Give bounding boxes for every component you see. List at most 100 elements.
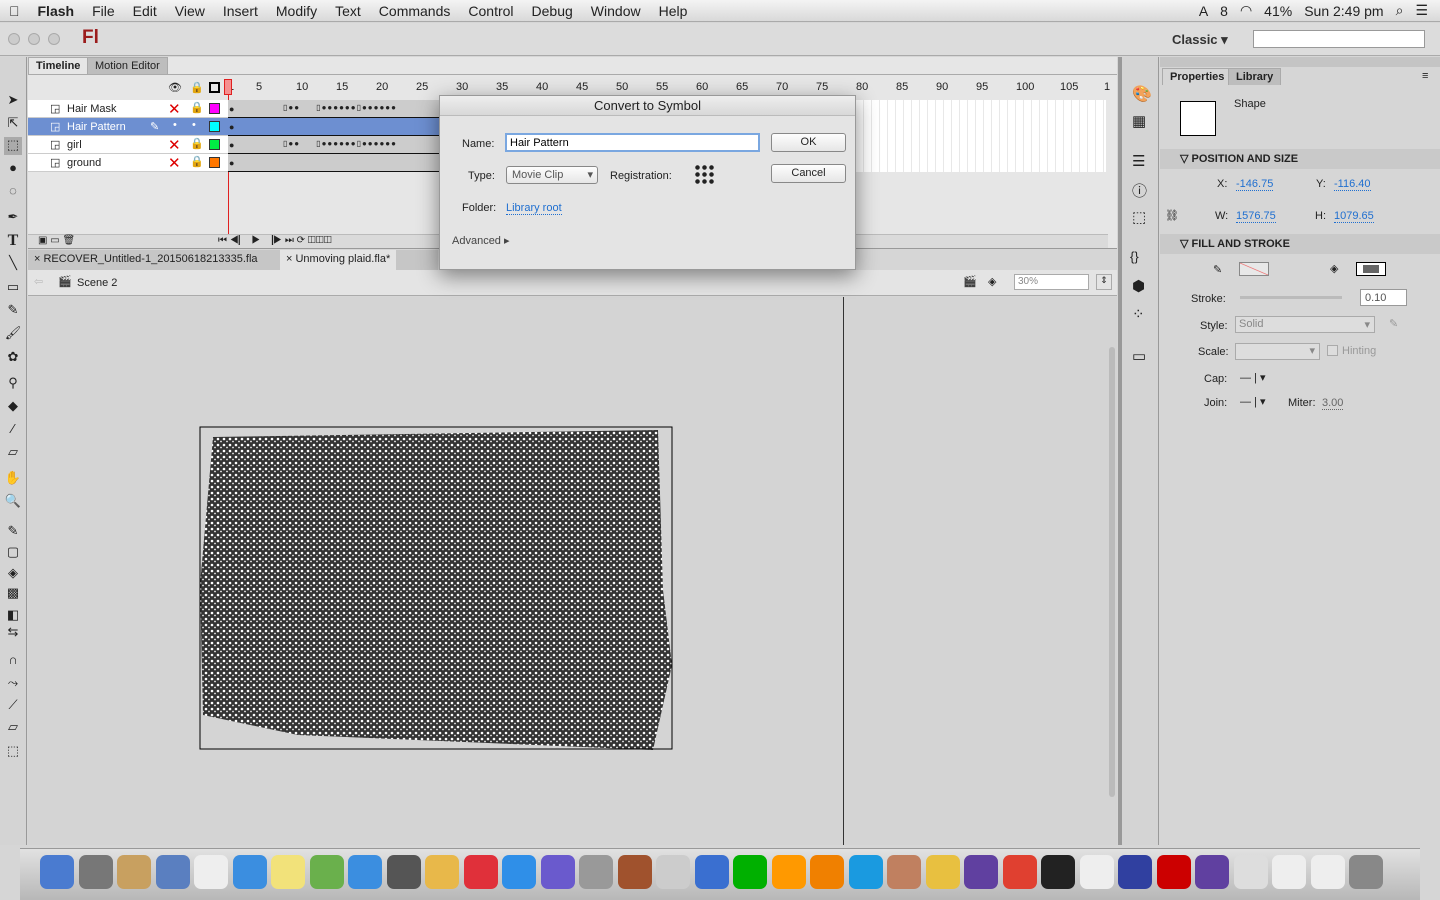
layer-row[interactable]: ◲ Hair Pattern ✎ • • <box>28 118 228 136</box>
status-badge[interactable]: 8 <box>1220 3 1228 19</box>
delete-layer-icon[interactable]: 🗑 <box>62 235 75 246</box>
black-white-icon[interactable]: ◧ <box>4 607 22 625</box>
menu-insert[interactable]: Insert <box>214 3 267 19</box>
dock-app-icon[interactable] <box>309 855 344 889</box>
name-input[interactable] <box>505 133 760 152</box>
visibility-toggle[interactable]: • <box>173 119 177 131</box>
fill-bucket-swatch-icon[interactable]: ◈ <box>4 565 22 583</box>
cap-select[interactable]: — | ▾ <box>1240 371 1266 384</box>
fill-color-icon[interactable]: ▢ <box>4 544 22 562</box>
components-icon[interactable]: ⬢ <box>1132 277 1145 295</box>
type-select[interactable]: Movie Clip ▾ <box>506 166 598 184</box>
dock-app-icon[interactable] <box>194 855 228 889</box>
menu-help[interactable]: Help <box>650 3 697 19</box>
rectangle-tool-icon[interactable]: ▭ <box>4 279 22 297</box>
join-select[interactable]: — | ▾ <box>1240 395 1266 408</box>
dock-app-icon[interactable] <box>579 855 613 889</box>
playhead[interactable] <box>224 79 232 95</box>
ok-button[interactable]: OK <box>771 133 846 152</box>
3d-rotation-tool-icon[interactable]: ● <box>4 160 22 178</box>
spotlight-icon[interactable]: ⌕ <box>1396 2 1404 19</box>
last-frame-icon[interactable]: ⏭ <box>285 235 294 246</box>
adobe-status-icon[interactable]: A <box>1199 3 1208 19</box>
apple-icon[interactable]:  <box>0 3 29 19</box>
color-palette-icon[interactable]: 🎨 <box>1132 84 1152 104</box>
dock-app-icon[interactable] <box>348 855 382 889</box>
menu-edit[interactable]: Edit <box>124 3 166 19</box>
eyedropper-tool-icon[interactable]: ⁄ <box>4 421 22 439</box>
back-arrow-icon[interactable]: ⇦ <box>34 275 43 288</box>
align-icon[interactable]: ☰ <box>1132 152 1145 170</box>
swatches-icon[interactable]: ▦ <box>1132 112 1146 130</box>
battery-percent[interactable]: 41% <box>1264 3 1292 19</box>
lock-icon[interactable]: 🔒 <box>190 101 204 114</box>
fill-pattern-swatch-icon[interactable]: ▩ <box>4 585 22 603</box>
subselection-tool-icon[interactable]: ⇱ <box>4 115 22 133</box>
layer-name[interactable]: Hair Mask <box>67 103 117 115</box>
clock[interactable]: Sun 2:49 pm <box>1304 3 1383 19</box>
deco-tool-icon[interactable]: ✿ <box>4 349 22 367</box>
dock-app-icon[interactable] <box>1118 855 1152 889</box>
layer-frames[interactable]: ● <box>228 154 439 172</box>
dock-app-icon[interactable] <box>617 855 652 889</box>
lock-icon[interactable]: 🔒 <box>190 137 204 150</box>
step-back-icon[interactable]: ◀▏ <box>230 235 249 246</box>
tab-properties[interactable]: Properties <box>1162 68 1233 85</box>
close-window-button[interactable] <box>8 33 20 45</box>
stroke-color-swatch[interactable] <box>1239 262 1269 276</box>
motion-presets-icon[interactable]: ⁘ <box>1132 305 1145 323</box>
dock-app-icon[interactable] <box>117 855 151 889</box>
menu-file[interactable]: File <box>83 3 124 19</box>
doc-tab-unmoving-plaid[interactable]: × Unmoving plaid.fla* <box>280 250 397 270</box>
scale-select[interactable]: ▾ <box>1235 343 1320 360</box>
stroke-slider[interactable] <box>1240 296 1342 299</box>
pen-tool-icon[interactable]: ✒ <box>4 209 22 227</box>
folder-link[interactable]: Library root <box>506 202 562 215</box>
miter-value[interactable]: 3.00 <box>1322 397 1344 410</box>
w-value[interactable]: 1576.75 <box>1236 210 1276 223</box>
dock-app-icon[interactable] <box>964 855 998 889</box>
dock-app-icon[interactable] <box>1079 855 1114 889</box>
dock-app-icon[interactable] <box>771 855 806 889</box>
section-fill-stroke[interactable]: ▽ FILL AND STROKE <box>1160 234 1440 254</box>
loop-icon[interactable]: ⟳ <box>297 235 305 246</box>
pencil-tool-icon[interactable]: ✎ <box>4 302 22 320</box>
snap-magnet-icon[interactable]: ∩ <box>4 652 22 670</box>
edit-symbols-icon[interactable]: ◈ <box>988 275 996 288</box>
dock-app-icon[interactable] <box>463 855 498 889</box>
zoom-tool-icon[interactable]: 🔍 <box>4 493 22 511</box>
layer-outline-color[interactable] <box>209 103 220 114</box>
menu-text[interactable]: Text <box>326 3 370 19</box>
layer-frames[interactable]: ● ▯●● ▯●●●●●●▯●●●●●● <box>228 136 439 154</box>
info-icon[interactable]: ⓘ <box>1132 180 1147 201</box>
text-tool-icon[interactable]: T <box>4 232 22 250</box>
swap-colors-icon[interactable]: ⇆ <box>4 624 22 642</box>
hair-pattern-shape[interactable] <box>198 425 678 755</box>
menu-control[interactable]: Control <box>459 3 522 19</box>
stroke-color-icon[interactable]: ✎ <box>4 523 22 541</box>
zoom-field[interactable]: 30% <box>1014 274 1089 290</box>
tab-motion-editor[interactable]: Motion Editor <box>87 57 168 74</box>
project-icon[interactable]: ▭ <box>1132 347 1146 365</box>
menu-debug[interactable]: Debug <box>523 3 582 19</box>
free-transform-tool-icon[interactable]: ⬚ <box>4 137 22 155</box>
dock-app-icon[interactable] <box>1002 855 1037 889</box>
rotate-skew-icon[interactable]: ▱ <box>4 719 22 737</box>
layer-name[interactable]: Hair Pattern <box>67 121 126 133</box>
layer-outline-color[interactable] <box>209 157 220 168</box>
vertical-scrollbar[interactable] <box>1109 347 1115 797</box>
line-tool-icon[interactable]: ╲ <box>4 255 22 273</box>
menu-modify[interactable]: Modify <box>267 3 326 19</box>
style-select[interactable]: Solid ▾ <box>1235 316 1375 333</box>
dock-app-icon[interactable] <box>40 855 74 889</box>
scale-icon[interactable]: ⬚ <box>4 743 22 761</box>
bone-tool-icon[interactable]: ⚲ <box>4 375 22 393</box>
onion-skin-icon[interactable]: ◫◫◫ <box>308 235 332 246</box>
edit-stroke-style-icon[interactable]: ✎ <box>1389 317 1398 330</box>
notification-icon[interactable]: ☰ <box>1415 2 1428 19</box>
dock-app-icon[interactable] <box>656 855 690 889</box>
layer-outline-color[interactable] <box>209 121 220 132</box>
minimize-window-button[interactable] <box>28 33 40 45</box>
straighten-icon[interactable]: ⟋ <box>4 697 22 715</box>
lasso-tool-icon[interactable]: ◌ <box>4 183 22 201</box>
